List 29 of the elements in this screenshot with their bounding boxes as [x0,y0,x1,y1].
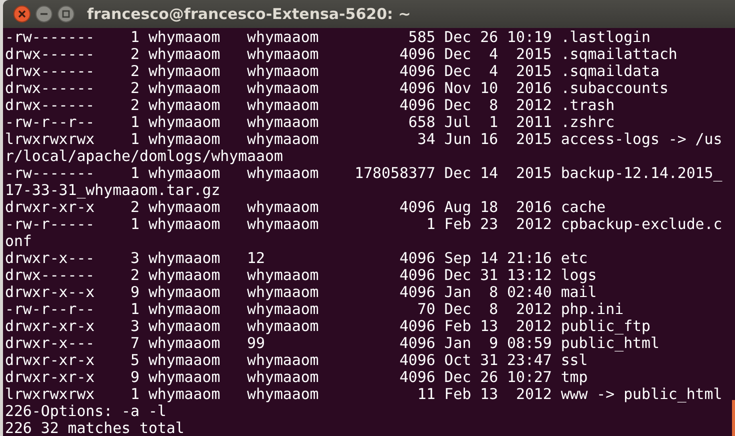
terminal-line: lrwxrwxrwx 1 whymaaom whymaaom 34 Jun 16 2015 access-logs -> /us [5,131,722,148]
terminal-line: -rw------- 1 whymaaom whymaaom 178058377 Dec 14 2015 backup-12.14.2015_ [5,165,722,182]
terminal-line: drwxr-xr-x 3 whymaaom whymaaom 4096 Feb 13 2012 public_ftp [5,318,650,335]
scrollbar-thumb[interactable] [732,400,735,436]
terminal-line: -rw-r--r-- 1 whymaaom whymaaom 658 Jul 1 2011 .zshrc [5,114,615,131]
terminal-line: drwxr-x--x 9 whymaaom whymaaom 4096 Jan 8 02:40 mail [5,284,597,301]
terminal-line: -rw-r--r-- 1 whymaaom whymaaom 70 Dec 8 2012 php.ini [5,301,624,318]
minimize-icon[interactable] [35,5,53,23]
terminal-line: drwxr-xr-x 9 whymaaom whymaaom 4096 Dec 26 10:27 tmp [5,369,588,386]
terminal-line: -rw-r----- 1 whymaaom whymaaom 1 Feb 23 2012 cpbackup-exclude.c [5,216,722,233]
close-icon[interactable] [13,5,31,23]
terminal-line: drwx------ 2 whymaaom whymaaom 4096 Dec 31 13:12 logs [5,267,597,284]
terminal-line: r/local/apache/domlogs/whymaaom [5,148,283,165]
terminal-line: drwxr-x--- 7 whymaaom 99 4096 Jan 9 08:59 public_html [5,335,660,352]
terminal-line: drwxr-xr-x 5 whymaaom whymaaom 4096 Oct 31 23:47 ssl [5,352,588,369]
terminal-line: drwx------ 2 whymaaom whymaaom 4096 Dec 8 2012 .trash [5,97,615,114]
terminal-line: -rw------- 1 whymaaom whymaaom 585 Dec 26 10:19 .lastlogin [5,29,650,46]
terminal-line: drwx------ 2 whymaaom whymaaom 4096 Nov 10 2016 .subaccounts [5,80,668,97]
terminal-line: drwxr-x--- 3 whymaaom 12 4096 Sep 14 21:16 etc [5,250,588,267]
terminal-line: onf [5,233,32,250]
terminal-line: lrwxrwxrwx 1 whymaaom whymaaom 11 Feb 13 2012 www -> public_html [5,386,722,403]
maximize-icon[interactable] [57,5,75,23]
terminal-line: drwxr-xr-x 2 whymaaom whymaaom 4096 Aug 18 2016 cache [5,199,606,216]
window-title: francesco@francesco-Extensa-5620: ~ [87,4,411,25]
terminal-line: 226-Options: -a -l [5,403,166,420]
terminal-line: drwx------ 2 whymaaom whymaaom 4096 Dec 4 2015 .sqmaildata [5,63,660,80]
terminal-line: 17-33-31_whymaaom.tar.gz [5,182,220,199]
terminal-line: drwx------ 2 whymaaom whymaaom 4096 Dec 4 2015 .sqmailattach [5,46,678,63]
terminal-line: 226 32 matches total [5,420,184,436]
